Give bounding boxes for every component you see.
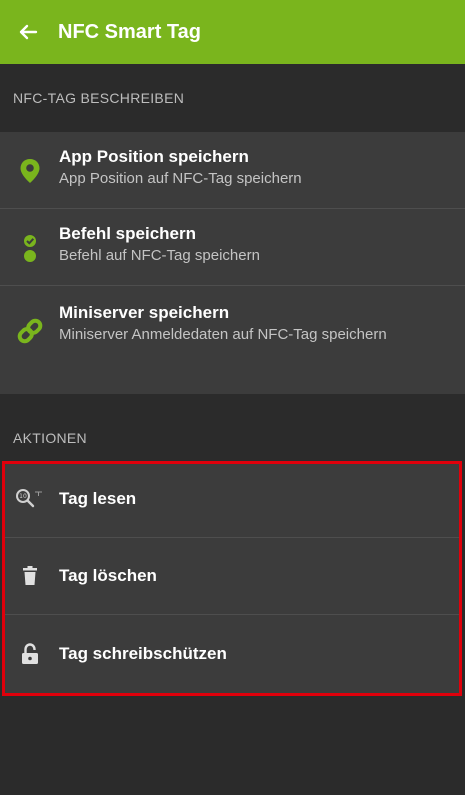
section-header-write: NFC-TAG BESCHREIBEN [13,90,185,106]
back-arrow-icon[interactable] [14,18,42,46]
app-bar: NFC Smart Tag [0,0,465,64]
svg-text:10: 10 [19,493,27,500]
lock-icon [14,642,46,665]
item-title: App Position speichern [59,147,249,166]
action-delete-tag[interactable]: Tag löschen [2,538,462,615]
read-tag-icon: 10 [14,488,46,510]
action-label: Tag schreibschützen [59,643,227,663]
item-subtitle: App Position auf NFC-Tag speichern [59,170,302,187]
item-subtitle: Miniserver Anmeldedaten auf NFC-Tag spei… [59,326,387,343]
command-icon [14,223,46,265]
action-write-protect-tag[interactable]: Tag schreibschützen [2,615,462,692]
action-label: Tag lesen [59,489,137,508]
item-subtitle: Befehl auf NFC-Tag speichern [59,247,260,264]
page-title: NFC Smart Tag [58,20,201,43]
item-title: Befehl speichern [59,224,196,243]
list-item-miniserver[interactable]: Miniserver speichern Miniserver Anmelded… [0,286,465,394]
list-item-app-position[interactable]: App Position speichern App Position auf … [0,132,465,209]
link-icon [14,302,46,345]
item-title: Miniserver speichern [59,303,230,322]
trash-icon [14,566,46,586]
list-item-command[interactable]: Befehl speichern Befehl auf NFC-Tag spei… [0,209,465,286]
action-read-tag[interactable]: 10 Tag lesen [2,461,462,538]
write-list: App Position speichern App Position auf … [0,132,465,394]
location-pin-icon [14,146,46,184]
action-label: Tag löschen [59,566,157,585]
actions-list: 10 Tag lesen Tag löschen Tag schreibschü… [2,461,462,696]
